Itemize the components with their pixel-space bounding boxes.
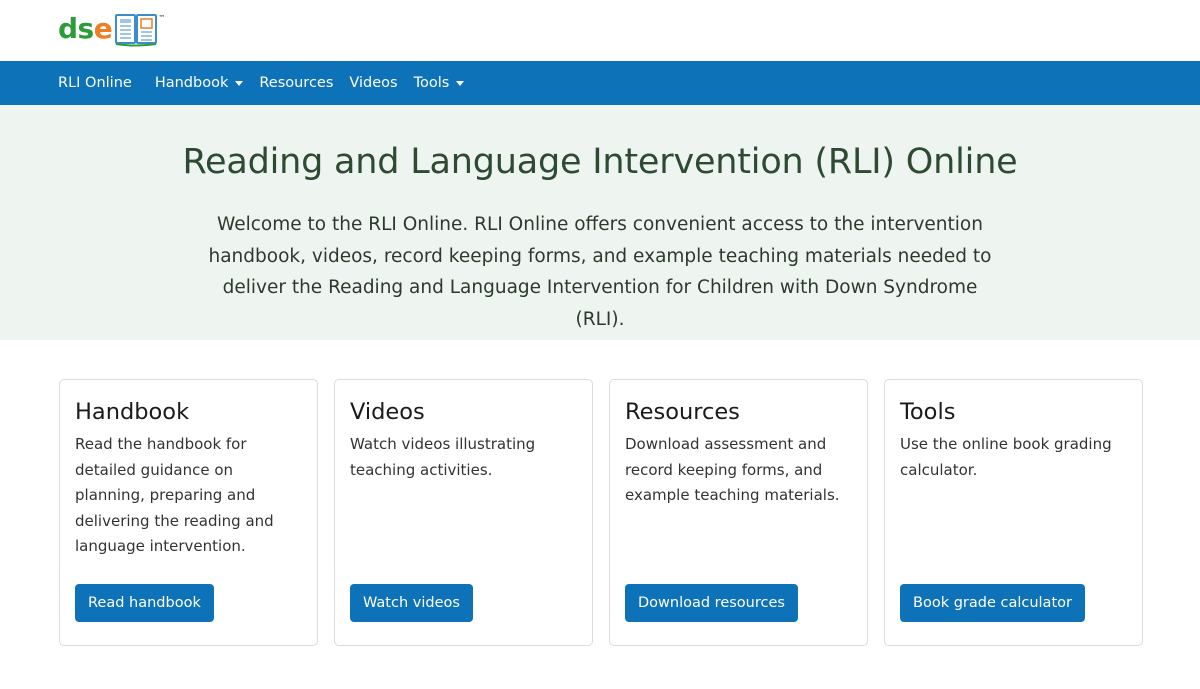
nav-resources[interactable]: Resources (259, 75, 333, 91)
nav-handbook-dropdown[interactable]: Handbook (155, 75, 244, 91)
caret-down-icon (456, 81, 465, 86)
nav-videos[interactable]: Videos (349, 75, 397, 91)
card-grid: Handbook Read the handbook for detailed … (0, 340, 1200, 646)
card-title: Videos (350, 399, 425, 425)
watch-videos-button[interactable]: Watch videos (350, 584, 473, 622)
logo-wordmark: dse (58, 12, 113, 45)
card-title: Tools (900, 399, 956, 425)
intro-text: Welcome to the RLI Online. RLI Online of… (208, 214, 992, 330)
card-text: Use the online book grading calculator. (900, 435, 1112, 479)
hero-section: Reading and Language Intervention (RLI) … (0, 105, 1200, 340)
read-handbook-button[interactable]: Read handbook (75, 584, 214, 622)
card-resources: Resources Download assessment and record… (609, 379, 868, 646)
nav-tools-dropdown[interactable]: Tools (414, 75, 465, 91)
nav-rli-online[interactable]: RLI Online (58, 75, 132, 91)
download-resources-button[interactable]: Download resources (625, 584, 798, 622)
main-navbar: RLI Online Handbook Resources Videos Too… (0, 61, 1200, 105)
book-grade-calculator-button[interactable]: Book grade calculator (900, 584, 1085, 622)
card-videos: Videos Watch videos illustrating teachin… (334, 379, 593, 646)
page-title: Reading and Language Intervention (RLI) … (182, 142, 1018, 182)
card-text: Watch videos illustrating teaching activ… (350, 435, 536, 479)
dse-logo[interactable]: dse ™ (58, 12, 165, 47)
open-book-icon (115, 14, 158, 47)
caret-down-icon (235, 81, 244, 86)
card-text: Download assessment and record keeping f… (625, 435, 840, 504)
card-title: Resources (625, 399, 740, 425)
trademark-symbol: ™ (158, 14, 166, 22)
card-handbook: Handbook Read the handbook for detailed … (59, 379, 318, 646)
card-text: Read the handbook for detailed guidance … (75, 435, 274, 555)
card-title: Handbook (75, 399, 190, 425)
site-header: dse ™ (0, 0, 1200, 61)
card-tools: Tools Use the online book grading calcul… (884, 379, 1143, 646)
